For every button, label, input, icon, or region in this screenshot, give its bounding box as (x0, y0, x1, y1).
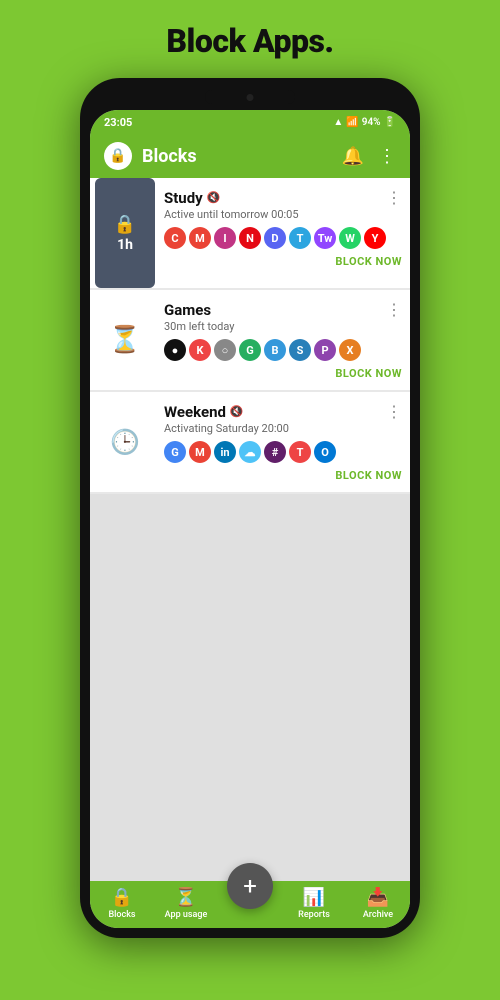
block-name-games: Games (164, 301, 211, 319)
phone-notch-bar (90, 88, 410, 110)
content-area: 🔒 1h Study 🔇 ⋮ Active until tomorrow 00:… (90, 178, 410, 881)
block-header-games: Games ⋮ (164, 300, 402, 319)
app-netflix: N (239, 227, 261, 249)
block-now-btn-weekend[interactable]: BLOCK NOW (335, 469, 402, 482)
app-bar: 🔒 Blocks 🔔 ⋮ (90, 134, 410, 178)
nav-reports-label: Reports (298, 910, 330, 920)
more-icon-study[interactable]: ⋮ (386, 188, 402, 207)
app-icons-study: C M I N D T Tw W Y (164, 227, 402, 249)
app-instagram: I (214, 227, 236, 249)
bottom-nav: 🔒 Blocks ⏳ App usage + 📊 Reports 📥 Archi… (90, 881, 410, 928)
lock-app-icon: 🔒 (109, 148, 126, 164)
clock-icon: 🕒 (110, 428, 140, 456)
block-name-study: Study 🔇 (164, 189, 220, 207)
app-cloud: ☁ (239, 441, 261, 463)
status-time: 23:05 (104, 116, 132, 129)
nav-app-usage-icon: ⏳ (175, 887, 197, 908)
block-left-weekend: 🕒 (90, 392, 160, 492)
time-label-study: 1h (117, 237, 133, 253)
block-right-games: Games ⋮ 30m left today ● K ○ G B S P X (160, 290, 410, 390)
battery-icon: 🔋 (384, 117, 396, 128)
nav-item-app-usage[interactable]: ⏳ App usage (154, 887, 218, 920)
app-black: ● (164, 339, 186, 361)
phone-screen: 23:05 ▲ 📶 94% 🔋 🔒 Blocks 🔔 ⋮ (90, 110, 410, 928)
block-status-weekend: Activating Saturday 20:00 (164, 422, 402, 435)
app-icons-weekend: G M in ☁ # T O (164, 441, 402, 463)
block-left-study: 🔒 1h (90, 178, 160, 288)
app-gmail: M (189, 227, 211, 249)
battery-text: 94% (362, 117, 381, 128)
app-telegram: T (289, 227, 311, 249)
block-right-study: Study 🔇 ⋮ Active until tomorrow 00:05 C … (160, 178, 410, 288)
app-game5: X (339, 339, 361, 361)
app-bar-logo: 🔒 (104, 142, 132, 170)
block-now-btn-games[interactable]: BLOCK NOW (335, 367, 402, 380)
app-youtube: Y (364, 227, 386, 249)
more-icon-games[interactable]: ⋮ (386, 300, 402, 319)
block-left-games: ⏳ (90, 290, 160, 390)
lock-icon: 🔒 (114, 214, 136, 235)
app-onedrive: O (314, 441, 336, 463)
hourglass-block-icon: ⏳ (109, 325, 141, 355)
fab-button[interactable]: + (227, 863, 273, 909)
mute-icon-study: 🔇 (207, 191, 221, 204)
nav-blocks-icon: 🔒 (111, 887, 133, 908)
mute-icon-weekend: 🔇 (230, 405, 244, 418)
app-icons-games: ● K ○ G B S P X (164, 339, 402, 361)
block-card-weekend: 🕒 Weekend 🔇 ⋮ Activating Saturday 20:00 … (90, 392, 410, 492)
block-right-weekend: Weekend 🔇 ⋮ Activating Saturday 20:00 G … (160, 392, 410, 492)
nav-archive-label: Archive (363, 910, 393, 920)
phone-wrapper: 23:05 ▲ 📶 94% 🔋 🔒 Blocks 🔔 ⋮ (80, 78, 420, 938)
app-gdrive: G (164, 441, 186, 463)
more-icon-weekend[interactable]: ⋮ (386, 402, 402, 421)
app-todoist: T (289, 441, 311, 463)
notification-icon[interactable]: 🔔 (342, 146, 364, 167)
app-game1: G (239, 339, 261, 361)
block-now-btn-study[interactable]: BLOCK NOW (335, 255, 402, 268)
app-chrome: C (164, 227, 186, 249)
status-bar: 23:05 ▲ 📶 94% 🔋 (90, 110, 410, 134)
nav-reports-icon: 📊 (303, 887, 325, 908)
empty-area (90, 494, 410, 881)
app-game2: B (264, 339, 286, 361)
block-card-games: ⏳ Games ⋮ 30m left today ● K ○ (90, 290, 410, 390)
nav-blocks-label: Blocks (108, 910, 135, 920)
block-header-weekend: Weekend 🔇 ⋮ (164, 402, 402, 421)
app-bar-title: Blocks (142, 146, 332, 167)
nav-app-usage-label: App usage (165, 910, 208, 920)
block-header-study: Study 🔇 ⋮ (164, 188, 402, 207)
nav-archive-icon: 📥 (367, 887, 389, 908)
app-bar-actions: 🔔 ⋮ (342, 146, 396, 167)
app-linkedin: in (214, 441, 236, 463)
app-circle: ○ (214, 339, 236, 361)
block-now-row-study: BLOCK NOW (164, 255, 402, 268)
block-now-row-weekend: BLOCK NOW (164, 469, 402, 482)
camera-dot (247, 94, 254, 101)
nav-item-reports[interactable]: 📊 Reports (282, 887, 346, 920)
block-now-row-games: BLOCK NOW (164, 367, 402, 380)
block-status-games: 30m left today (164, 320, 402, 333)
app-gmail2: M (189, 441, 211, 463)
app-twitch: Tw (314, 227, 336, 249)
signal-icon: 📶 (346, 117, 358, 128)
wifi-icon: ▲ (333, 117, 343, 128)
app-whatsapp: W (339, 227, 361, 249)
active-block-icon: 🔒 1h (95, 178, 155, 288)
app-game3: S (289, 339, 311, 361)
hourglass-icon: ⏳ (109, 325, 141, 355)
block-status-study: Active until tomorrow 00:05 (164, 208, 402, 221)
status-icons: ▲ 📶 94% 🔋 (333, 117, 396, 128)
overflow-menu-icon[interactable]: ⋮ (378, 146, 396, 167)
app-game4: P (314, 339, 336, 361)
block-card-study: 🔒 1h Study 🔇 ⋮ Active until tomorrow 00:… (90, 178, 410, 288)
app-kitty: K (189, 339, 211, 361)
block-name-weekend: Weekend 🔇 (164, 403, 244, 421)
clock-block-icon: 🕒 (110, 428, 140, 456)
app-slack: # (264, 441, 286, 463)
app-discord: D (264, 227, 286, 249)
nav-item-blocks[interactable]: 🔒 Blocks (90, 887, 154, 920)
page-title: Block Apps. (166, 22, 333, 60)
nav-item-archive[interactable]: 📥 Archive (346, 887, 410, 920)
